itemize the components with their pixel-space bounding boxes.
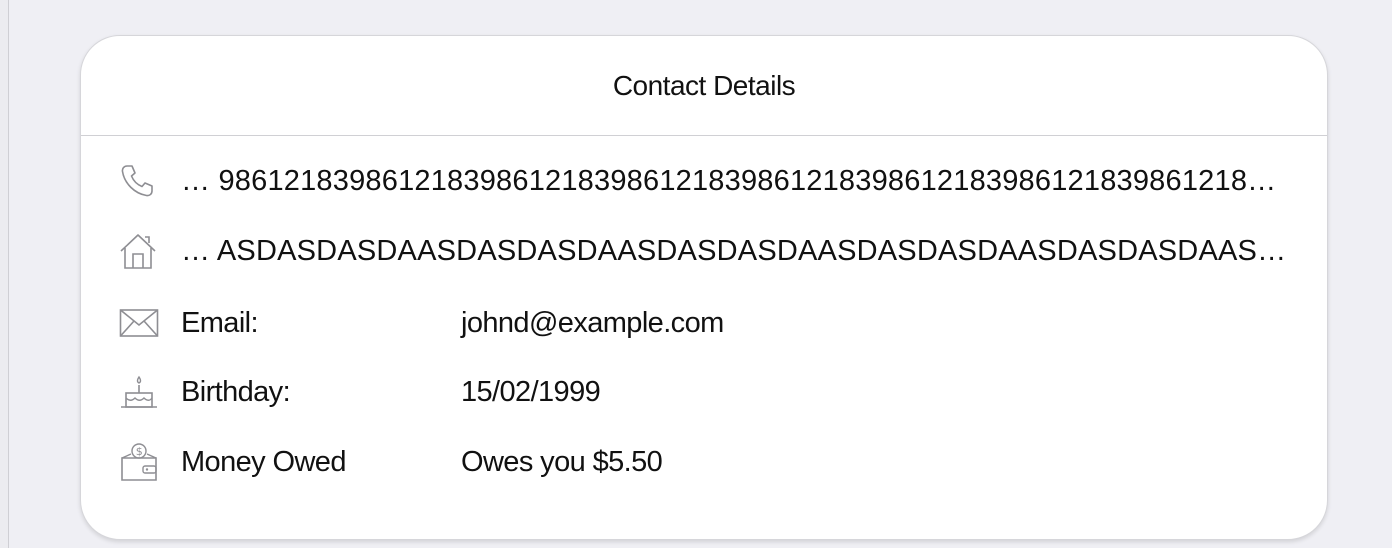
email-label: Email: (181, 306, 259, 339)
left-pane-edge (0, 0, 9, 548)
address-text: … ASDASDASDAASDASDASDAASDASDASDAASDASDAS… (181, 234, 1291, 267)
contact-details-card: Contact Details … 9861218398612183986121… (80, 35, 1328, 540)
phone-icon (119, 161, 165, 201)
address-row[interactable]: … ASDASDASDAASDASDASDAASDASDASDAASDASDAS… (119, 231, 1291, 271)
money-owed-row[interactable]: $ Money Owed Owes you $5.50 (119, 442, 663, 482)
email-row[interactable]: Email: johnd@example.com (119, 303, 724, 343)
birthday-value: 15/02/1999 (461, 375, 601, 408)
wallet-icon: $ (119, 442, 165, 482)
cake-icon (119, 372, 165, 412)
birthday-row[interactable]: Birthday: 15/02/1999 (119, 372, 601, 412)
envelope-icon (119, 303, 165, 343)
email-value[interactable]: johnd@example.com (461, 307, 724, 340)
money-owed-label: Money Owed (181, 445, 346, 478)
money-owed-value: Owes you $5.50 (461, 445, 663, 478)
card-title: Contact Details (612, 69, 796, 101)
birthday-label: Birthday: (181, 375, 291, 408)
phone-number: … 98612183986121839861218398612183986121… (181, 164, 1291, 197)
phone-row[interactable]: … 98612183986121839861218398612183986121… (119, 161, 1291, 201)
house-icon (119, 231, 165, 271)
card-header: Contact Details (81, 36, 1327, 136)
svg-text:$: $ (136, 445, 143, 458)
